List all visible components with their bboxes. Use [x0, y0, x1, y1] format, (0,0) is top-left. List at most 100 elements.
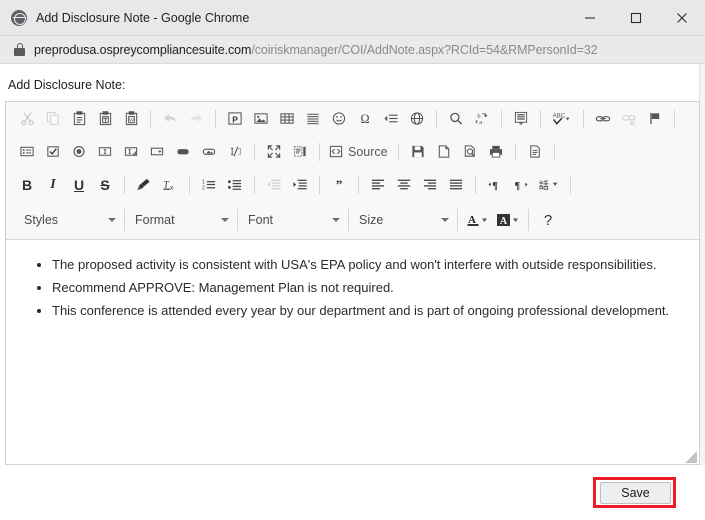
close-icon[interactable]: [659, 0, 705, 36]
svg-text:A: A: [500, 216, 508, 227]
direction-ltr-icon[interactable]: ¶: [482, 173, 508, 197]
image-icon[interactable]: [248, 107, 274, 131]
justify-icon[interactable]: [443, 173, 469, 197]
svg-text:¶: ¶: [492, 181, 498, 192]
svg-text:ABC: ABC: [553, 113, 566, 120]
strikethrough-s-icon[interactable]: S: [92, 173, 118, 197]
bulleted-list-icon[interactable]: [222, 173, 248, 197]
redo-arrow-icon[interactable]: [183, 107, 209, 131]
maximize-icon[interactable]: [613, 0, 659, 36]
copy-button[interactable]: [40, 107, 66, 131]
hidden-field-icon[interactable]: [222, 140, 248, 164]
resize-grip-icon[interactable]: [685, 450, 697, 463]
select-dropdown-icon[interactable]: [144, 140, 170, 164]
placeholder-p-icon[interactable]: P: [222, 107, 248, 131]
separator: [457, 209, 458, 231]
align-center-icon[interactable]: [391, 173, 417, 197]
undo-arrow-icon[interactable]: [157, 107, 183, 131]
smiley-icon[interactable]: [326, 107, 352, 131]
checkbox-icon[interactable]: [40, 140, 66, 164]
globe-icon: [11, 9, 27, 26]
editor-content-area[interactable]: The proposed activity is consistent with…: [6, 240, 699, 464]
horizontal-line-icon[interactable]: [300, 107, 326, 131]
italic-i-icon[interactable]: I: [40, 173, 66, 197]
note-body[interactable]: The proposed activity is consistent with…: [6, 240, 699, 464]
remove-format-tx-icon[interactable]: Tx: [157, 173, 183, 197]
button-icon[interactable]: [170, 140, 196, 164]
question-mark-icon: ?: [543, 211, 553, 229]
save-button[interactable]: Save: [600, 482, 671, 504]
paste-text-icon[interactable]: [92, 107, 118, 131]
underline-u-icon[interactable]: U: [66, 173, 92, 197]
bold-b-icon[interactable]: B: [14, 173, 40, 197]
separator: [189, 175, 190, 194]
paintbrush-icon[interactable]: [131, 173, 157, 197]
decrease-indent-icon[interactable]: [261, 173, 287, 197]
separator: [124, 175, 125, 194]
title-bar: Add Disclosure Note - Google Chrome: [0, 0, 705, 36]
text-color-a-icon: A: [467, 214, 487, 226]
toolbar-row-forms: Source: [6, 135, 699, 168]
spellcheck-abc-icon[interactable]: ABC: [547, 107, 577, 131]
globe-iframe-icon[interactable]: [404, 107, 430, 131]
image-button-icon[interactable]: [196, 140, 222, 164]
blockquote-quotes-icon[interactable]: ”: [326, 173, 352, 197]
textarea-icon[interactable]: [118, 140, 144, 164]
new-page-icon[interactable]: [431, 140, 457, 164]
chevron-down-icon: [332, 218, 340, 222]
svg-text:1: 1: [202, 180, 205, 186]
printer-icon[interactable]: [483, 140, 509, 164]
replace-ba-icon[interactable]: ba: [469, 107, 495, 131]
italic-label: I: [50, 176, 56, 192]
preview-icon[interactable]: [457, 140, 483, 164]
separator: [475, 175, 476, 194]
format-dropdown[interactable]: Format: [125, 207, 237, 233]
font-dropdown[interactable]: Font: [238, 207, 348, 233]
direction-rtl-icon[interactable]: ¶: [508, 173, 534, 197]
source-button[interactable]: Source: [326, 140, 392, 164]
radio-button-icon[interactable]: [66, 140, 92, 164]
styles-dropdown[interactable]: Styles: [14, 207, 124, 233]
cut-button[interactable]: [14, 107, 40, 131]
text-color-button[interactable]: A: [464, 208, 494, 232]
omega-icon[interactable]: Ω: [352, 107, 378, 131]
link-icon[interactable]: [590, 107, 616, 131]
align-right-icon[interactable]: [417, 173, 443, 197]
flag-anchor-icon[interactable]: [642, 107, 668, 131]
separator: [254, 142, 255, 161]
maximize-arrows-icon[interactable]: [261, 140, 287, 164]
svg-text:W: W: [129, 118, 134, 123]
size-dropdown-label: Size: [359, 213, 384, 227]
page-break-icon[interactable]: [378, 107, 404, 131]
numbered-list-icon[interactable]: 12: [196, 173, 222, 197]
separator: [254, 175, 255, 194]
form-icon[interactable]: [14, 140, 40, 164]
magnifier-icon[interactable]: [443, 107, 469, 131]
paste-button[interactable]: [66, 107, 92, 131]
note-bullet-list: The proposed activity is consistent with…: [20, 254, 679, 322]
format-dropdown-label: Format: [135, 213, 175, 227]
paste-word-icon[interactable]: W: [118, 107, 144, 131]
minimize-icon[interactable]: [567, 0, 613, 36]
align-left-icon[interactable]: [365, 173, 391, 197]
increase-indent-icon[interactable]: [287, 173, 313, 197]
show-blocks-icon[interactable]: [287, 140, 313, 164]
background-color-button[interactable]: A: [494, 208, 524, 232]
svg-text:”: ”: [336, 177, 343, 192]
about-button[interactable]: ?: [535, 208, 561, 232]
select-all-icon[interactable]: [508, 107, 534, 131]
separator: [501, 109, 502, 128]
size-dropdown[interactable]: Size: [349, 207, 457, 233]
templates-icon[interactable]: [522, 140, 548, 164]
url-path: /coiriskmanager/COI/AddNote.aspx?RCId=54…: [251, 42, 598, 57]
svg-text:a: a: [479, 119, 482, 126]
table-icon[interactable]: [274, 107, 300, 131]
language-kanji-icon[interactable]: 話: [534, 173, 564, 197]
floppy-disk-icon[interactable]: [405, 140, 431, 164]
address-bar[interactable]: preprodusa.ospreycompliancesuite.com/coi…: [0, 36, 705, 64]
source-code-icon: [329, 145, 343, 158]
unlink-icon[interactable]: [616, 107, 642, 131]
url-text: preprodusa.ospreycompliancesuite.com/coi…: [34, 43, 598, 57]
separator: [583, 109, 584, 128]
text-field-icon[interactable]: [92, 140, 118, 164]
